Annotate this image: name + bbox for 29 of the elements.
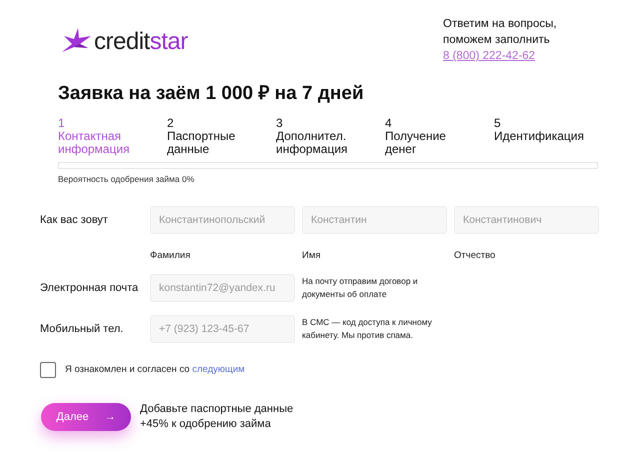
field-hint: В СМС — код доступа к личному кабинету. Мы против спама. xyxy=(302,316,433,342)
promo-text: +45% к одобрению займа xyxy=(140,416,272,432)
field-caption: Отчество xyxy=(454,250,496,261)
phone-link[interactable]: 8 (800) 222-42-62 xyxy=(443,48,583,64)
field-caption: Фамилия xyxy=(150,250,190,261)
agreement-link[interactable]: следующим xyxy=(192,364,245,375)
input-field[interactable]: konstantin72@yandex.ru xyxy=(150,274,295,302)
field-caption: Имя xyxy=(302,250,321,261)
agreement-text: Я ознакомлен и согласен со следующим xyxy=(65,362,245,377)
field-label: Электронная почта xyxy=(40,280,140,296)
field-hint: На почту отправим договор и документы об оплате xyxy=(302,274,419,301)
promo-text: Добавьте паспортные данные xyxy=(140,402,294,417)
field-label: Мобильный тел. xyxy=(40,322,124,336)
checkbox[interactable] xyxy=(40,362,56,378)
field-label: Как вас зовут xyxy=(40,212,109,228)
step-tab[interactable]: 2 Паспортные данные xyxy=(167,117,276,156)
logo-text: creditstar xyxy=(94,27,188,57)
next-button[interactable]: Далее → xyxy=(41,402,131,431)
page-title: Заявка на заём 1 000 ₽ на 7 дней xyxy=(57,82,365,106)
step-tab[interactable]: 3 Дополнител. информация xyxy=(276,117,385,156)
approval-caption: Вероятность одобрения займа 0% xyxy=(58,173,196,186)
input-field[interactable]: Константинович xyxy=(454,206,599,234)
step-tab[interactable]: 4 Получение денег xyxy=(385,117,494,156)
input-field[interactable]: +7 (923) 123-45-67 xyxy=(150,314,295,343)
input-field[interactable]: Константинопольский xyxy=(150,206,295,234)
step-tab[interactable]: 1 Контактная информация xyxy=(58,117,167,156)
help-text: Ответим на вопросы, поможем заполнить xyxy=(443,17,558,48)
input-field[interactable]: Константин xyxy=(302,206,447,234)
step-tab[interactable]: 5 Идентификация xyxy=(494,117,603,156)
